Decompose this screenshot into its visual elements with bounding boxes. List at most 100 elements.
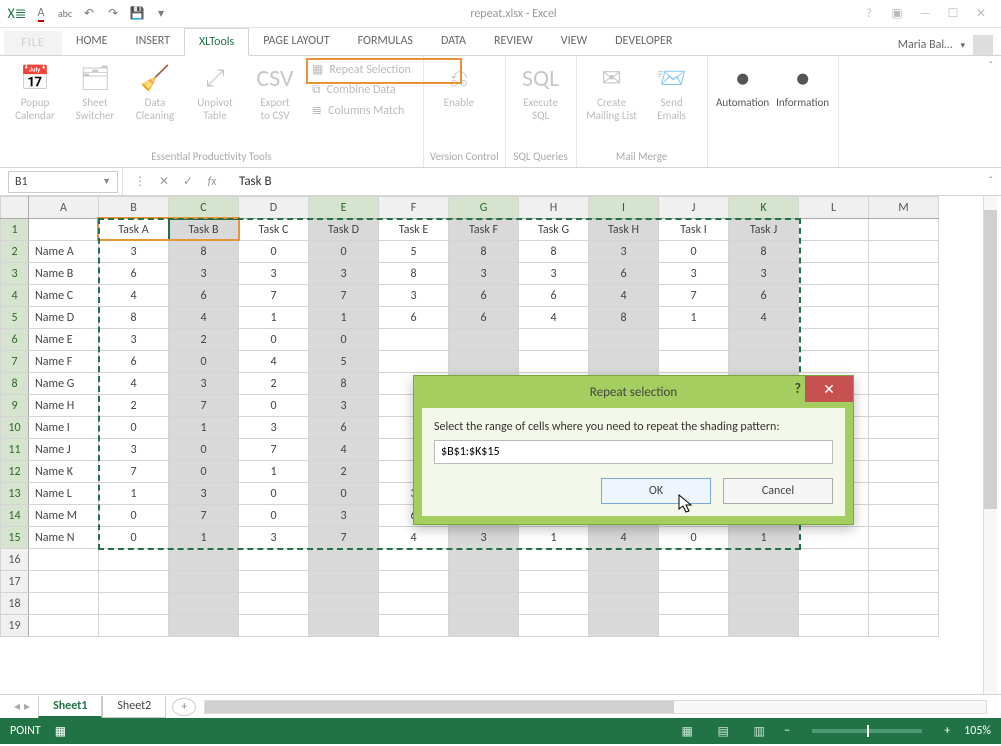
cell[interactable]: 1 [169, 417, 239, 439]
cell[interactable] [99, 549, 169, 571]
column-header[interactable]: E [309, 197, 379, 219]
cell[interactable] [449, 329, 519, 351]
cell[interactable]: 3 [309, 263, 379, 285]
cell[interactable]: 8 [379, 263, 449, 285]
cell[interactable]: 8 [449, 241, 519, 263]
cell[interactable]: 7 [239, 285, 309, 307]
cell[interactable]: 8 [729, 241, 799, 263]
cell[interactable]: 0 [239, 483, 309, 505]
cell[interactable]: 4 [379, 527, 449, 549]
cell[interactable]: 7 [99, 461, 169, 483]
cell[interactable]: 4 [99, 373, 169, 395]
cell[interactable] [869, 593, 939, 615]
cell[interactable]: 7 [309, 527, 379, 549]
cell[interactable]: 3 [309, 505, 379, 527]
cell[interactable]: 0 [169, 439, 239, 461]
cell[interactable]: 6 [449, 285, 519, 307]
cell[interactable]: 0 [169, 461, 239, 483]
cell[interactable] [729, 593, 799, 615]
cell[interactable] [169, 593, 239, 615]
expand-formula-bar-icon[interactable]: ˇ [980, 175, 1001, 189]
tab-developer[interactable]: DEVELOPER [601, 27, 686, 55]
cell[interactable]: 3 [169, 483, 239, 505]
cell[interactable]: 6 [519, 285, 589, 307]
cell[interactable] [869, 219, 939, 241]
cell[interactable]: Name I [29, 417, 99, 439]
cell[interactable] [519, 549, 589, 571]
undo-icon[interactable]: ↶ [78, 3, 100, 25]
cell[interactable] [869, 307, 939, 329]
create-mailing-list-button[interactable]: ✉CreateMailing List [583, 60, 641, 124]
cell[interactable] [519, 329, 589, 351]
maximize-icon[interactable]: ☐ [941, 4, 965, 24]
fx-icon[interactable]: fx [203, 175, 221, 189]
cell[interactable] [589, 571, 659, 593]
cell[interactable] [869, 505, 939, 527]
column-header[interactable]: G [449, 197, 519, 219]
cell[interactable] [449, 615, 519, 637]
cell[interactable]: 0 [309, 483, 379, 505]
cell[interactable]: Name E [29, 329, 99, 351]
cell[interactable] [869, 351, 939, 373]
cell[interactable]: 1 [729, 527, 799, 549]
zoom-out-icon[interactable]: − [784, 724, 790, 738]
tab-data[interactable]: DATA [427, 27, 480, 55]
cell[interactable] [799, 571, 869, 593]
cell[interactable]: 2 [169, 329, 239, 351]
cell[interactable] [729, 329, 799, 351]
row-header[interactable]: 2 [1, 241, 29, 263]
row-header[interactable]: 3 [1, 263, 29, 285]
cell[interactable] [869, 571, 939, 593]
cell[interactable] [519, 615, 589, 637]
cell[interactable]: 1 [659, 307, 729, 329]
close-icon[interactable]: ✕ [969, 4, 993, 24]
cell[interactable]: Name J [29, 439, 99, 461]
cell[interactable]: Name D [29, 307, 99, 329]
cell[interactable]: 6 [449, 307, 519, 329]
cell[interactable]: 4 [239, 351, 309, 373]
cell[interactable] [379, 593, 449, 615]
cell[interactable] [309, 571, 379, 593]
cell[interactable] [869, 263, 939, 285]
page-break-view-icon[interactable]: ▥ [748, 722, 770, 740]
cell[interactable] [799, 263, 869, 285]
normal-view-icon[interactable]: ▦ [676, 722, 698, 740]
cell[interactable]: Name B [29, 263, 99, 285]
cell[interactable] [309, 549, 379, 571]
combine-data-button[interactable]: ⧉Combine Data [306, 81, 417, 99]
information-button[interactable]: ●Information [774, 60, 832, 111]
cell[interactable]: 0 [309, 241, 379, 263]
cell[interactable]: 3 [449, 527, 519, 549]
cell[interactable]: 7 [309, 285, 379, 307]
cell[interactable]: 0 [239, 395, 309, 417]
row-header[interactable]: 7 [1, 351, 29, 373]
row-header[interactable]: 18 [1, 593, 29, 615]
cell[interactable] [29, 593, 99, 615]
cell[interactable]: 8 [169, 241, 239, 263]
cell[interactable]: 0 [659, 241, 729, 263]
cell[interactable]: Task F [449, 219, 519, 241]
cell[interactable]: 0 [239, 329, 309, 351]
row-header[interactable]: 16 [1, 549, 29, 571]
cell[interactable]: Name K [29, 461, 99, 483]
cell[interactable]: 6 [729, 285, 799, 307]
chevron-down-icon[interactable]: ▼ [102, 176, 111, 187]
cell[interactable] [869, 615, 939, 637]
sheet-switcher-button[interactable]: 🗂SheetSwitcher [66, 60, 124, 124]
cell[interactable] [449, 571, 519, 593]
cell[interactable]: 8 [589, 307, 659, 329]
cell[interactable]: 4 [309, 439, 379, 461]
row-header[interactable]: 6 [1, 329, 29, 351]
redo-icon[interactable]: ↷ [102, 3, 124, 25]
cell[interactable]: 3 [239, 263, 309, 285]
cell[interactable] [519, 351, 589, 373]
cell[interactable] [659, 329, 729, 351]
row-header[interactable]: 11 [1, 439, 29, 461]
cell[interactable]: 0 [239, 505, 309, 527]
cell[interactable]: Task H [589, 219, 659, 241]
row-header[interactable]: 1 [1, 219, 29, 241]
cell[interactable]: 7 [239, 439, 309, 461]
cell[interactable] [589, 549, 659, 571]
cell[interactable]: 3 [729, 263, 799, 285]
cell[interactable]: 7 [169, 505, 239, 527]
